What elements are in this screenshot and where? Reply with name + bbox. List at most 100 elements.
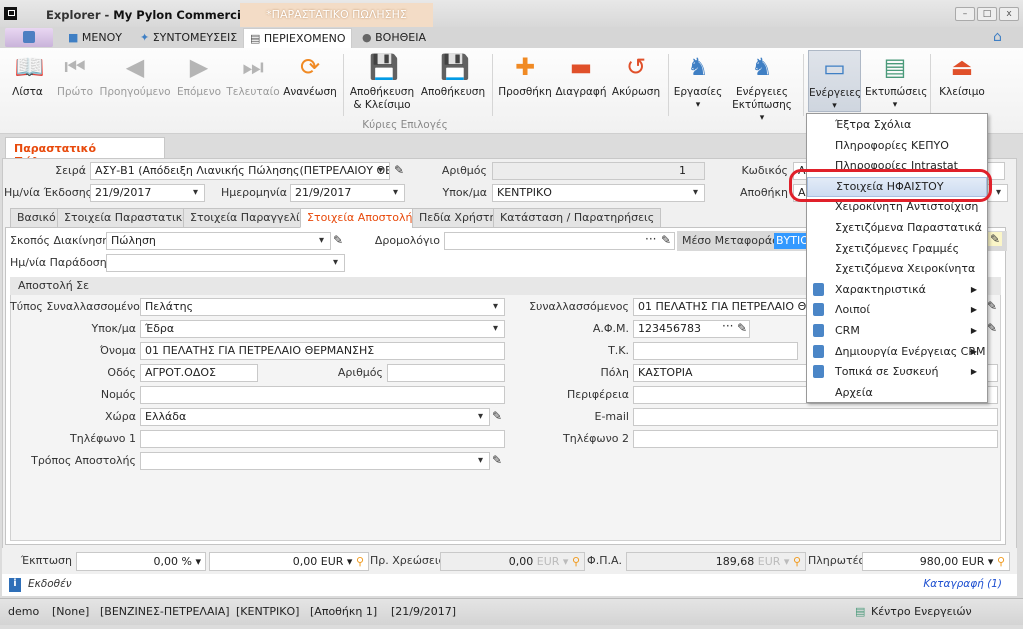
date-picker[interactable]: 21/9/2017 [290, 184, 405, 202]
phone1-field[interactable] [140, 430, 505, 448]
name-field[interactable]: 01 ΠΕΛΑΤΗΣ ΓΙΑ ΠΕΤΡΕΛΑΙΟ ΘΕΡΜΑΝΣΗΣ [140, 342, 505, 360]
currency: EUR [757, 555, 781, 568]
tab-basic[interactable]: Βασικό [10, 208, 63, 228]
menu-item-7[interactable]: Σχετιζόμενα Χειροκίνητα [807, 259, 987, 279]
log-link[interactable]: Καταγραφή (1) [920, 578, 1002, 590]
menu-item-label: Λοιποί [835, 303, 871, 317]
ribbon-button-2[interactable]: ◀ Προηγούμενο [98, 50, 172, 112]
email-field[interactable] [633, 408, 998, 426]
document-tab[interactable]: Παραστατικό Πώλησης× [5, 137, 165, 168]
search-icon[interactable]: ⚲ [572, 555, 580, 568]
maximize-button[interactable]: □ [977, 7, 997, 21]
status-company: [ΒΕΝΖΙΝΕΣ-ΠΕΤΡΕΛΑΙΑ] [100, 605, 230, 618]
app-logo-icon[interactable] [4, 7, 17, 20]
zip-field[interactable] [633, 342, 798, 360]
trader-type-label: Τύπος Συναλλασσομένου [10, 300, 147, 313]
search-icon[interactable]: ⚲ [356, 555, 364, 568]
charges-field[interactable]: 0,00 EUR ▾ ⚲ [440, 552, 585, 571]
trader-type-select[interactable]: Πελάτης [140, 298, 505, 316]
ship-branch-select[interactable]: Έδρα [140, 320, 505, 338]
tab-shipping-details[interactable]: Στοιχεία Αποστολής [300, 208, 426, 228]
discount-amount-field[interactable]: 0,00 EUR ▾ ⚲ [209, 552, 369, 571]
pencil-icon[interactable]: ✎ [661, 233, 671, 247]
tab-menu[interactable]: ■ ΜΕΝΟΥ [62, 28, 128, 48]
tab-status-notes[interactable]: Κατάσταση / Παρατηρήσεις [493, 208, 662, 228]
menu-item-13[interactable]: Αρχεία [807, 383, 987, 403]
ribbon-button-10[interactable]: ↺ Ακύρωση [610, 50, 662, 112]
application-menu-button[interactable] [5, 28, 53, 47]
vat-field[interactable]: 189,68 EUR ▾ ⚲ [626, 552, 806, 571]
pencil-icon[interactable]: ✎ [987, 299, 997, 313]
ribbon-button-0[interactable]: 📖 Λίστα [5, 50, 50, 112]
phone2-field[interactable] [633, 430, 998, 448]
close-button[interactable]: x [999, 7, 1019, 21]
delivery-date-picker[interactable] [106, 254, 345, 272]
street-number-field[interactable] [387, 364, 505, 382]
menu-item-11[interactable]: Δημιουργία Ενέργειας CRM ▶ [807, 342, 987, 362]
ribbon-button-1[interactable]: ⏮ Πρώτο [55, 50, 95, 112]
menu-item-5[interactable]: Σχετιζόμενα Παραστατικά [807, 218, 987, 238]
street-field[interactable]: ΑΓΡΟΤ.ΟΔΟΣ [140, 364, 258, 382]
ribbon-separator [343, 54, 344, 116]
submenu-arrow-icon: ▶ [970, 346, 977, 356]
series-select[interactable]: ΑΣΥ-Β1 (Απόδειξη Λιανικής Πώλησης(ΠΕΤΡΕΛ… [90, 162, 390, 180]
home-icon[interactable]: ⌂ [993, 29, 1002, 45]
ellipsis-icon[interactable]: ··· [722, 319, 733, 333]
issue-date-picker[interactable]: 21/9/2017 [90, 184, 205, 202]
prefecture-field[interactable] [140, 386, 505, 404]
action-center-button[interactable]: Κέντρο Ενεργειών [871, 605, 972, 618]
shipping-method-select[interactable] [140, 452, 490, 470]
pencil-icon[interactable]: ✎ [333, 233, 343, 247]
ribbon-button-7[interactable]: 💾 Αποθήκευση [420, 50, 486, 112]
tab-content[interactable]: ▤ ΠΕΡΙΕΧΟΜΕΝΟ [243, 28, 353, 48]
context-tab[interactable]: *ΠΑΡΑΣΤΑΤΙΚΟ ΠΩΛΗΣΗΣ [240, 3, 433, 27]
menu-item-9[interactable]: Λοιποί ▶ [807, 300, 987, 320]
ribbon-button-15[interactable]: ⏏ Κλείσιμο [936, 50, 988, 112]
pencil-icon[interactable]: ✎ [492, 409, 502, 423]
ribbon-button-11[interactable]: ♞ Εργασίες ▾ [672, 50, 724, 112]
number-field[interactable]: 1 [492, 162, 705, 180]
ribbon-button-3[interactable]: ▶ Επόμενο [174, 50, 224, 112]
country-select[interactable]: Ελλάδα [140, 408, 490, 426]
tab-shortcuts[interactable]: ✦ ΣΥΝΤΟΜΕΥΣΕΙΣ [134, 28, 243, 48]
ribbon-button-label: Εργασίες [673, 86, 723, 98]
status-none: [None] [52, 605, 90, 618]
menu-item-1[interactable]: Πληροφορίες ΚΕΠΥΟ [807, 136, 987, 156]
ribbon-button-13[interactable]: ▭ Ενέργειες ▾ [808, 50, 861, 112]
menu-item-12[interactable]: Τοπικά σε Συσκευή ▶ [807, 362, 987, 382]
ribbon-button-9[interactable]: ▬ Διαγραφή [554, 50, 608, 112]
tab-document-details[interactable]: Στοιχεία Παραστατικού [57, 208, 203, 228]
menu-item-label: Σχετιζόμενα Χειροκίνητα [835, 262, 976, 276]
ellipsis-icon[interactable]: ··· [645, 232, 656, 246]
menu-item-6[interactable]: Σχετιζόμενες Γραμμές [807, 239, 987, 259]
menu-item-label: Έξτρα Σχόλια [835, 118, 912, 131]
pencil-icon[interactable]: ✎ [987, 321, 997, 335]
route-field[interactable] [444, 232, 675, 250]
payable-field[interactable]: 980,00 EUR ▾ ⚲ [862, 552, 1010, 571]
ribbon-button-12[interactable]: ♞ Ενέργειες Εκτύπωσης ▾ [726, 50, 798, 123]
search-icon[interactable]: ⚲ [997, 555, 1005, 568]
discount-label: Έκπτωση [20, 554, 72, 567]
search-icon[interactable]: ⚲ [793, 555, 801, 568]
purpose-select[interactable]: Πώληση [106, 232, 331, 250]
ribbon-separator [803, 54, 804, 116]
pencil-icon[interactable]: ✎ [394, 163, 404, 177]
pencil-icon[interactable]: ✎ [492, 453, 502, 467]
branch-select[interactable]: ΚΕΝΤΡΙΚΟ [492, 184, 705, 202]
ribbon-button-4[interactable]: ⏭ Τελευταίο [224, 50, 282, 112]
tab-help[interactable]: ● ΒΟΗΘΕΙΑ [356, 28, 432, 48]
street-number-label: Αριθμός [337, 366, 383, 379]
ribbon-button-8[interactable]: ✚ Προσθήκη [497, 50, 553, 112]
menu-item-0[interactable]: Έξτρα Σχόλια [807, 115, 987, 135]
menu-item-8[interactable]: Χαρακτηριστικά ▶ [807, 280, 987, 300]
ribbon-button-14[interactable]: ▤ Εκτυπώσεις ▾ [865, 50, 927, 112]
pencil-icon[interactable]: ✎ [737, 321, 747, 335]
ribbon-button-6[interactable]: 💾 Αποθήκευση & Κλείσιμο [348, 50, 416, 112]
pencil-icon[interactable]: ✎ [988, 232, 1003, 246]
ribbon-button-label: Πρώτο [56, 86, 94, 98]
discount-percent-field[interactable]: 0,00 % ▾ [76, 552, 206, 571]
tab-user-fields[interactable]: Πεδία Χρήστη [412, 208, 504, 228]
ribbon-button-5[interactable]: ⟳ Ανανέωση [282, 50, 338, 112]
menu-item-10[interactable]: CRM ▶ [807, 321, 987, 341]
minimize-button[interactable]: – [955, 7, 975, 21]
